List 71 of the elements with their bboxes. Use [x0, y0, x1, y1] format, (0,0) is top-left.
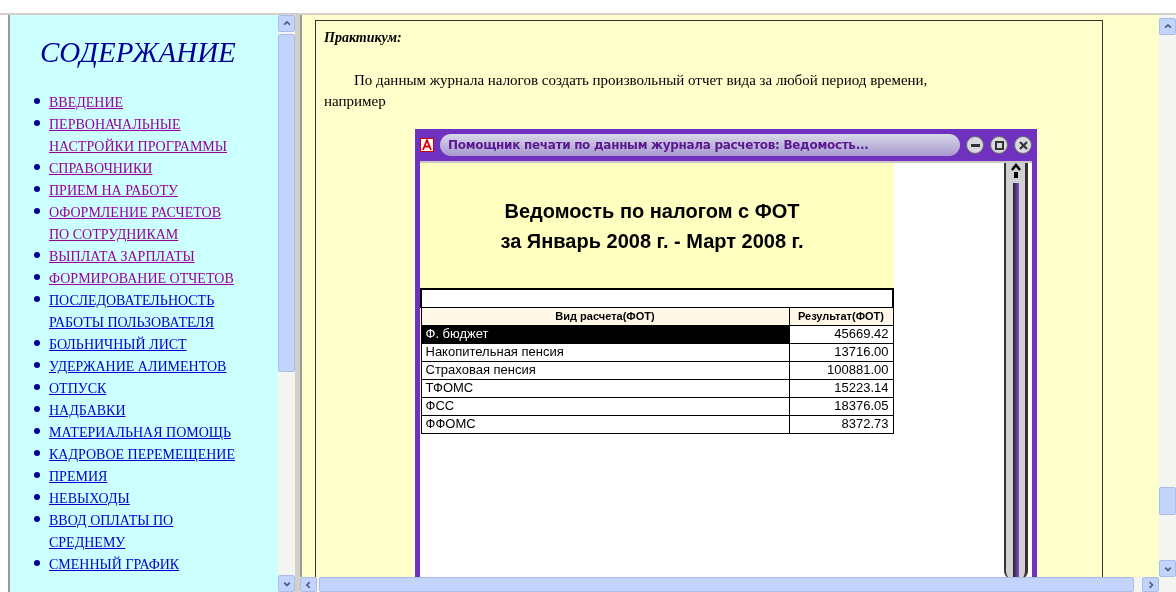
report-title: Ведомость по налогом с ФОТ — [504, 198, 800, 224]
toc-link[interactable]: ПОСЛЕДОВАТЕЛЬНОСТЬ РАБОТЫ ПОЛЬЗОВАТЕЛЯ — [49, 289, 239, 334]
toc-link[interactable]: НЕВЫХОДЫ — [49, 487, 130, 510]
toc-link[interactable]: ФОРМИРОВАНИЕ ОТЧЕТОВ — [49, 267, 234, 290]
app-icon — [420, 138, 434, 152]
scroll-left-button[interactable] — [300, 577, 317, 592]
toc-link[interactable]: КАДРОВОЕ ПЕРЕМЕЩЕНИЕ — [49, 443, 235, 466]
table-cell: Накопительная пенсия — [421, 343, 789, 361]
scroll-right-button[interactable] — [1142, 577, 1159, 592]
bullet-icon — [34, 493, 40, 500]
scrollbar-thumb[interactable] — [1159, 487, 1176, 515]
scroll-up-button[interactable] — [1159, 18, 1176, 35]
bullet-icon — [34, 295, 40, 302]
table-cell: 13716.00 — [789, 343, 893, 361]
bullet-icon — [34, 339, 40, 346]
scroll-up-icon[interactable] — [1009, 163, 1022, 179]
scroll-down-button[interactable] — [1159, 560, 1176, 577]
bullet-icon — [34, 207, 40, 214]
table-cell: 100881.00 — [789, 361, 893, 379]
scroll-down-button[interactable] — [278, 575, 295, 592]
bullet-icon — [34, 273, 40, 280]
table-cell: 45669.42 — [789, 325, 893, 343]
table-cell: ТФОМС — [421, 379, 789, 397]
toc-link[interactable]: ПЕРВОНАЧАЛЬНЫЕ НАСТРОЙКИ ПРОГРАММЫ — [49, 113, 239, 158]
section-heading: Практикум: — [324, 29, 403, 47]
bullet-icon — [34, 427, 40, 434]
bullet-icon — [34, 383, 40, 390]
toc-link[interactable]: ВВЕДЕНИЕ — [49, 91, 124, 114]
toc-link[interactable]: ВЫПЛАТА ЗАРПЛАТЫ — [49, 245, 195, 268]
bullet-icon — [34, 163, 40, 170]
scrollbar-thumb[interactable] — [278, 34, 295, 372]
bullet-icon — [34, 361, 40, 368]
bullet-icon — [34, 559, 40, 566]
toc-link[interactable]: ОФОРМЛЕНИЕ РАСЧЕТОВ ПО СОТРУДНИКАМ — [49, 201, 239, 246]
toc-link[interactable]: МАТЕРИАЛЬНАЯ ПОМОЩЬ — [49, 421, 231, 444]
paragraph: По данным журнала налогов создать произвольный отчет вида за любой период времени, например — [324, 71, 929, 111]
table-cell: ФФОМС — [421, 415, 789, 433]
scrollbar[interactable] — [1004, 163, 1028, 577]
bullet-icon — [34, 449, 40, 456]
window-title: Помощник печати по данным журнала расчетов: Ведомость... — [440, 134, 960, 156]
close-icon — [1018, 140, 1028, 150]
maximize-icon — [994, 140, 1004, 150]
toc-link[interactable]: СМЕННЫЙ ГРАФИК — [49, 553, 180, 576]
toc-link[interactable]: УДЕРЖАНИЕ АЛИМЕНТОВ — [49, 355, 227, 378]
table-cell: 18376.05 — [789, 397, 893, 415]
bullet-icon — [34, 405, 40, 412]
close-button[interactable] — [1014, 136, 1032, 154]
bullet-icon — [34, 97, 40, 104]
toc-link[interactable]: БОЛЬНИЧНЫЙ ЛИСТ — [49, 333, 187, 356]
bullet-icon — [34, 515, 40, 522]
toc-link[interactable]: ПРЕМИЯ — [49, 465, 108, 488]
table-cell: 15223.14 — [789, 379, 893, 397]
toc-heading: СОДЕРЖАНИЕ — [40, 35, 237, 70]
toc-link[interactable]: ПРИЕМ НА РАБОТУ — [49, 179, 178, 202]
table-cell: 8372.73 — [789, 415, 893, 433]
report-period: за Январь 2008 г. - Март 2008 г. — [500, 228, 804, 254]
scroll-up-button[interactable] — [278, 15, 295, 32]
toc-link[interactable]: ВВОД ОПЛАТЫ ПО СРЕДНЕМУ — [49, 509, 239, 554]
bullet-icon — [34, 185, 40, 192]
bullet-icon — [34, 251, 40, 258]
minimize-button[interactable] — [966, 136, 984, 154]
toc-link[interactable]: НАДБАВКИ — [49, 399, 126, 422]
toc-link[interactable]: ОТПУСК — [49, 377, 107, 400]
bullet-icon — [34, 119, 40, 126]
bullet-icon — [34, 471, 40, 478]
scrollbar-thumb[interactable] — [319, 577, 1134, 592]
table-cell: ФСС — [421, 397, 789, 415]
toc-link[interactable]: СПРАВОЧНИКИ — [49, 157, 153, 180]
table-cell: Страховая пенсия — [421, 361, 789, 379]
maximize-button[interactable] — [990, 136, 1008, 154]
minimize-icon — [970, 143, 980, 147]
